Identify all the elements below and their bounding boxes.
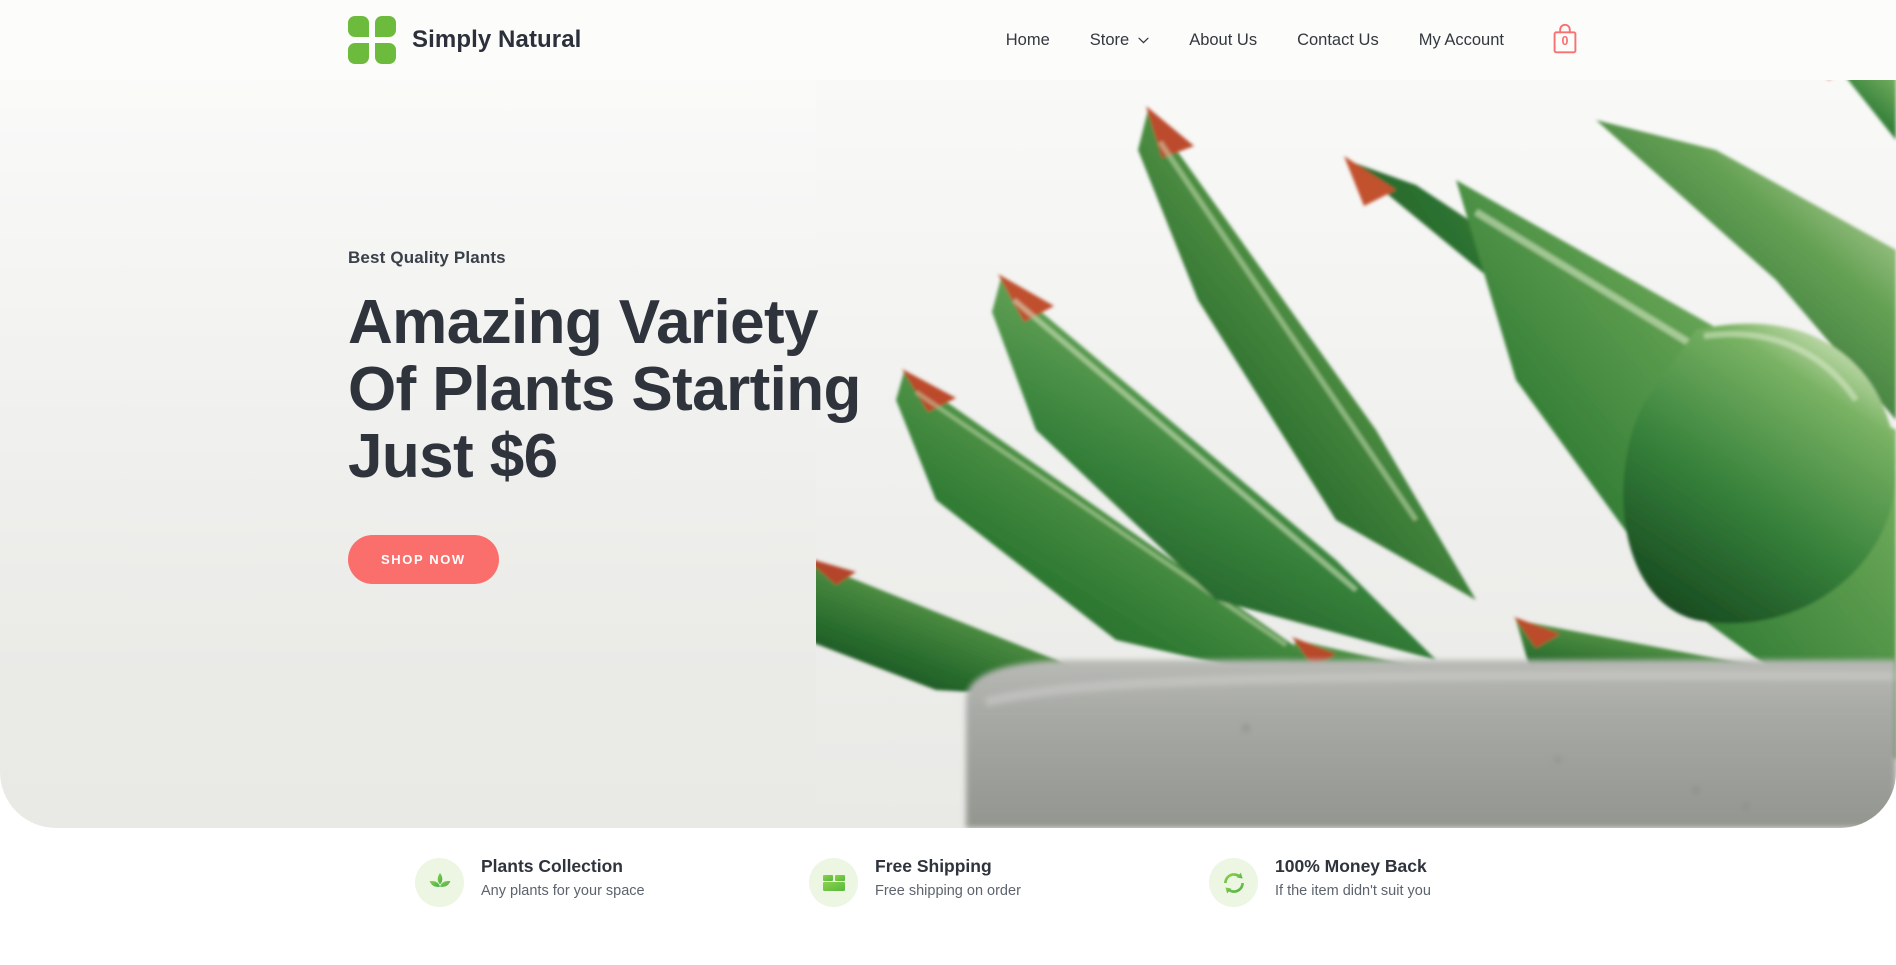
nav-item-about-us[interactable]: About Us — [1169, 31, 1277, 50]
nav-item-home[interactable]: Home — [986, 31, 1070, 50]
cart-button[interactable]: 0 — [1550, 23, 1580, 57]
shipping-box-icon — [809, 858, 858, 907]
main-navigation: Home Store About Us Contact Us My Accoun… — [986, 0, 1896, 80]
shop-now-button[interactable]: SHOP NOW — [348, 534, 499, 584]
feature-subtitle: Free shipping on order — [875, 882, 1021, 899]
nav-label: Store — [1089, 30, 1130, 49]
hero-copy: Best Quality Plants Amazing Variety Of P… — [348, 248, 968, 584]
headline-line-1: Amazing Variety — [348, 288, 819, 357]
nav-label: Contact Us — [1297, 30, 1379, 49]
refresh-arrows-icon — [1209, 858, 1258, 907]
feature-title: Free Shipping — [875, 856, 992, 876]
feature-subtitle: Any plants for your space — [481, 882, 645, 899]
chevron-down-icon — [1138, 37, 1149, 44]
feature-item: 100% Money Back If the item didn't suit … — [1209, 855, 1609, 907]
feature-item: Plants Collection Any plants for your sp… — [415, 855, 809, 907]
hero-headline: Amazing Variety Of Plants Starting Just … — [348, 288, 968, 491]
nav-label: Home — [1005, 30, 1050, 49]
plant-leaf-icon — [415, 858, 464, 907]
brand-logo[interactable]: Simply Natural — [348, 16, 581, 64]
headline-line-2: Of Plants Starting — [348, 354, 861, 424]
site-header: Simply Natural Home Store About Us Conta… — [0, 0, 1896, 80]
hero-section: Best Quality Plants Amazing Variety Of P… — [0, 0, 1896, 828]
feature-subtitle: If the item didn't suit you — [1275, 882, 1431, 899]
feature-item: Free Shipping Free shipping on order — [809, 855, 1209, 907]
headline-line-3: Just $6 — [348, 421, 558, 491]
features-bar: Plants Collection Any plants for your sp… — [0, 855, 1896, 965]
feature-title: Plants Collection — [481, 856, 623, 876]
nav-item-contact-us[interactable]: Contact Us — [1277, 31, 1399, 50]
four-rounded-squares-logo-icon — [348, 16, 396, 64]
shopping-bag-icon — [1550, 23, 1580, 57]
hero-eyebrow: Best Quality Plants — [348, 248, 506, 267]
feature-title: 100% Money Back — [1275, 856, 1427, 876]
hero-plant-image — [816, 0, 1896, 828]
nav-item-my-account[interactable]: My Account — [1399, 31, 1524, 50]
nav-item-store[interactable]: Store — [1070, 31, 1169, 50]
nav-label: About Us — [1189, 30, 1258, 49]
nav-label: My Account — [1418, 30, 1504, 49]
brand-name: Simply Natural — [412, 26, 582, 53]
